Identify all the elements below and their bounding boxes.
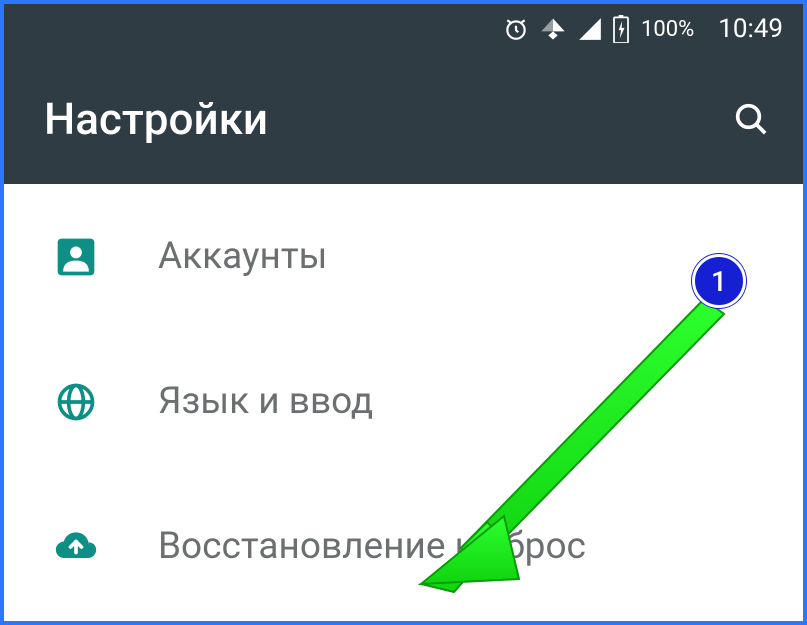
settings-list: Аккаунты Язык и ввод Восстановление и сб… <box>4 184 803 619</box>
cell-signal-icon <box>577 16 603 42</box>
app-bar: Настройки <box>4 54 803 184</box>
backup-icon <box>54 525 98 569</box>
alarm-icon <box>503 16 529 42</box>
settings-item-backup-reset[interactable]: Восстановление и сброс <box>4 474 803 619</box>
settings-item-label: Язык и ввод <box>158 380 373 423</box>
battery-charging-icon <box>613 15 629 43</box>
settings-item-language[interactable]: Язык и ввод <box>4 329 803 474</box>
page-title: Настройки <box>44 93 268 145</box>
status-bar: 100% 10:49 <box>4 4 803 54</box>
settings-item-label: Восстановление и сброс <box>158 525 586 568</box>
search-button[interactable] <box>731 99 771 139</box>
account-icon <box>54 235 98 279</box>
search-icon <box>731 99 771 139</box>
globe-icon <box>54 380 98 424</box>
device-frame: 100% 10:49 Настройки Аккаунты <box>0 0 807 625</box>
settings-item-accounts[interactable]: Аккаунты <box>4 184 803 329</box>
wifi-icon <box>539 15 567 43</box>
settings-item-label: Аккаунты <box>158 235 327 278</box>
clock-label: 10:49 <box>718 14 783 44</box>
battery-percent-label: 100% <box>641 17 694 42</box>
